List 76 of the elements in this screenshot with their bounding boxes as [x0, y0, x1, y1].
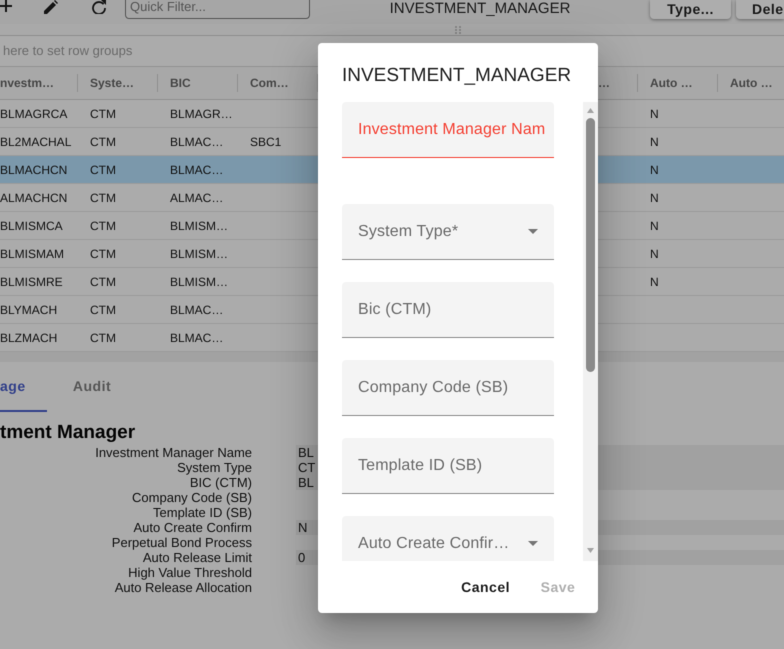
cancel-button[interactable]: Cancel [453, 569, 518, 605]
field-label: Investment Manager Name [95, 445, 252, 460]
field-label: High Value Threshold [128, 565, 252, 580]
table-cell-text: BLMISM… [169, 218, 230, 234]
caret-icon [528, 229, 538, 234]
table-cell-text: BLMAC… [169, 302, 224, 318]
table-cell-text: N [649, 190, 660, 206]
column-header[interactable]: Syste… [78, 74, 158, 92]
field-label: Template ID (SB) [153, 505, 252, 520]
text-field[interactable]: Bic (CTM) [342, 282, 554, 338]
scrollbar[interactable] [583, 102, 598, 561]
tab[interactable]: Audit [47, 362, 137, 412]
table-cell-text: BLMISM… [169, 246, 230, 262]
column-header[interactable]: Auto … [718, 74, 784, 92]
table-cell-text: N [649, 162, 660, 178]
pencil-icon[interactable] [44, 0, 58, 14]
select-field[interactable]: System Type* [342, 204, 554, 260]
text-field[interactable]: Investment Manager Nam [342, 102, 554, 158]
table-cell-text: BLMAC… [169, 330, 224, 346]
scroll-down-icon[interactable] [587, 548, 594, 553]
column-header[interactable]: nvestm… [0, 74, 78, 92]
table-cell-text: BLMAGR… [169, 106, 234, 122]
table-cell-text: ALMACHCN [0, 190, 68, 206]
table-cell-text: N [649, 218, 660, 234]
field-label: System Type [177, 460, 252, 475]
table-cell-text: BLYMACH [0, 302, 58, 318]
plus-icon[interactable] [0, 0, 12, 12]
table-cell-text: CTM [89, 162, 117, 178]
page-title: INVESTMENT_MANAGER [390, 1, 570, 16]
quick-filter-field[interactable]: Quick Filter... [125, 0, 310, 19]
table-cell-text: CTM [89, 302, 117, 318]
field-label: BIC (CTM) [190, 475, 252, 490]
table-cell-text: CTM [89, 330, 117, 346]
scroll-up-icon[interactable] [587, 108, 594, 113]
text-field[interactable]: Template ID (SB) [342, 438, 554, 494]
table-cell-text: CTM [89, 274, 117, 290]
table-cell-text: CTM [89, 246, 117, 262]
table-cell-text: CTM [89, 190, 117, 206]
table-cell-text: N [649, 246, 660, 262]
table-cell-text: BLMISMAM [0, 246, 66, 262]
drag-handle-icon[interactable] [455, 26, 461, 34]
text-field[interactable]: Company Code (SB) [342, 360, 554, 416]
dialog-title: INVESTMENT_MANAGER [342, 64, 572, 88]
scrollbar-thumb[interactable] [586, 118, 595, 372]
toolbar-button[interactable]: Type... [650, 0, 731, 19]
toolbar-button[interactable]: Dele [736, 0, 784, 19]
field-label: Auto Create Confirm [134, 520, 252, 535]
table-cell-text: BLMISM… [169, 274, 230, 290]
table-cell-text: ALMAC… [169, 190, 224, 206]
table-cell-text: BLZMACH [0, 330, 58, 346]
table-cell-text: SBC1 [249, 134, 282, 150]
refresh-icon[interactable] [92, 0, 106, 14]
table-cell-text: N [649, 274, 660, 290]
row-group-hint: here to set row groups [3, 42, 132, 60]
table-cell-text: CTM [89, 134, 117, 150]
table-cell-text: N [649, 106, 660, 122]
table-cell-text: CTM [89, 106, 117, 122]
section-heading: tment Manager [0, 421, 136, 445]
column-header[interactable]: BIC [158, 74, 238, 92]
field-label: Auto Release Allocation [114, 580, 252, 595]
table-cell-text: CTM [89, 218, 117, 234]
field-label: Perpetual Bond Process [112, 535, 252, 550]
field-label: Auto Release Limit [142, 550, 252, 565]
tab[interactable]: age [0, 362, 47, 412]
caret-icon [528, 541, 538, 546]
select-field[interactable]: Auto Create Confir… [342, 516, 554, 561]
column-header[interactable]: Auto … [638, 74, 718, 92]
table-cell-text: BLMAGRCA [0, 106, 68, 122]
table-cell-text: BLMISMRE [0, 274, 64, 290]
table-cell-text: BL2MACHAL [0, 134, 72, 150]
field-label: Company Code (SB) [132, 490, 252, 505]
table-cell-text: BLMAC… [169, 134, 224, 150]
table-cell-text: BLMACHCN [0, 162, 68, 178]
table-cell-text: N [649, 134, 660, 150]
table-cell-text: BLMAC… [169, 162, 224, 178]
table-cell-text: BLMISMCA [0, 218, 64, 234]
